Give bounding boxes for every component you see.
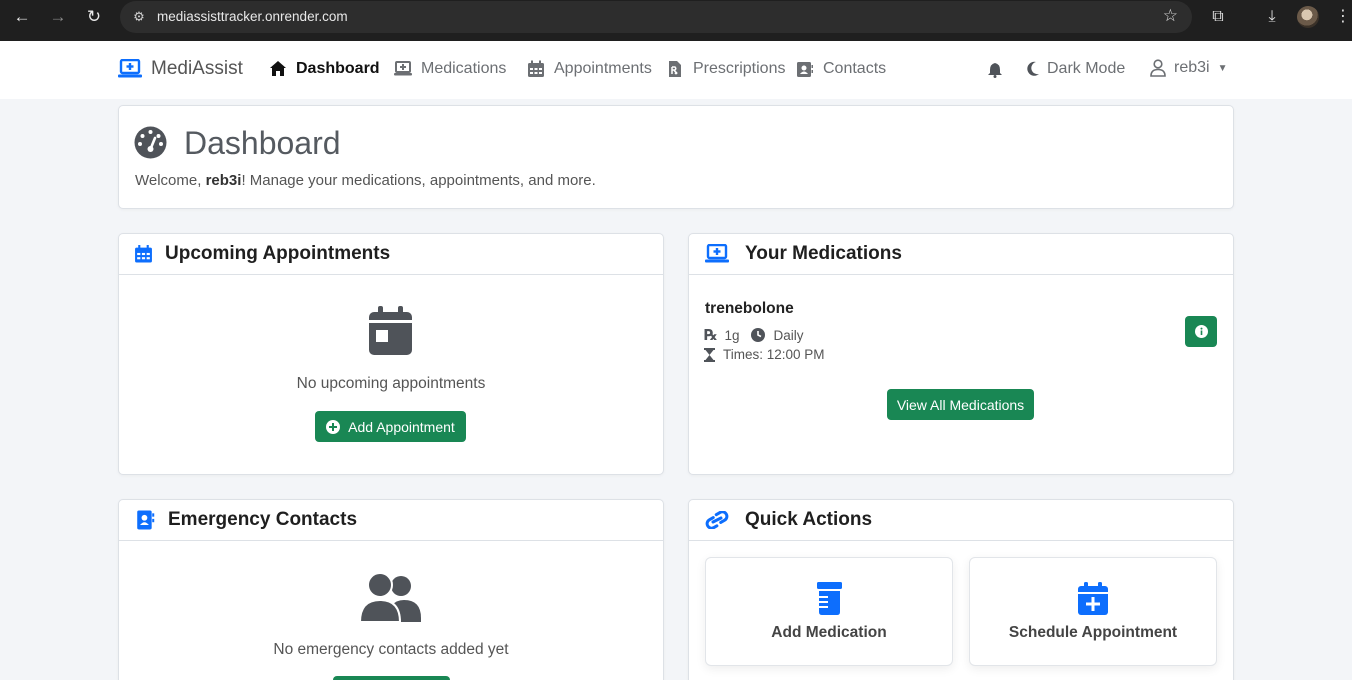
welcome-prefix: Welcome,	[135, 172, 206, 189]
tachometer-icon	[134, 126, 167, 159]
calendar-plus-icon	[1078, 582, 1108, 615]
reload-icon[interactable]: ↻	[80, 6, 108, 28]
add-contact-button[interactable]	[333, 676, 450, 680]
nav-appointments[interactable]: Appointments	[527, 60, 652, 78]
laptop-medical-icon	[394, 61, 412, 76]
browser-menu-icon[interactable]: ⋮	[1330, 6, 1352, 28]
card-header: Upcoming Appointments	[119, 234, 663, 275]
nav-dashboard[interactable]: Dashboard	[269, 60, 380, 78]
medication-times-row: Times: 12:00 PM	[704, 347, 825, 362]
url-text[interactable]: mediassisttracker.onrender.com	[157, 9, 348, 24]
download-icon[interactable]: ⤓	[1259, 6, 1285, 28]
plus-circle-icon	[326, 419, 341, 434]
nav-prescriptions[interactable]: Prescriptions	[666, 60, 785, 78]
bell-icon[interactable]	[987, 62, 1003, 78]
add-medication-tile[interactable]: Add Medication	[705, 557, 953, 666]
nav-dashboard-label: Dashboard	[296, 60, 380, 77]
calendar-empty-icon	[369, 306, 412, 355]
nav-medications[interactable]: Medications	[394, 60, 506, 78]
view-all-medications-button[interactable]: View All Medications	[887, 389, 1034, 420]
no-contacts-text: No emergency contacts added yet	[273, 641, 509, 658]
clock-icon	[751, 328, 766, 342]
medication-name: trenebolone	[705, 300, 794, 317]
browser-toolbar: ← → ↻ ⚙ mediassisttracker.onrender.com ☆…	[0, 0, 1352, 41]
users-icon	[360, 572, 421, 622]
profile-avatar[interactable]	[1297, 6, 1319, 28]
brand[interactable]: MediAssist	[118, 58, 243, 80]
user-menu[interactable]: reb3i ▼	[1150, 59, 1227, 77]
add-appointment-button[interactable]: Add Appointment	[315, 411, 466, 442]
calendar-icon	[135, 245, 152, 263]
home-icon	[270, 61, 286, 76]
moon-icon	[1027, 61, 1039, 76]
welcome-username: reb3i	[205, 172, 242, 189]
medication-frequency: Daily	[773, 327, 804, 343]
extensions-icon[interactable]: ⧉	[1205, 6, 1231, 28]
bookmark-star-icon[interactable]: ☆	[1163, 6, 1178, 26]
medication-info-button[interactable]	[1185, 316, 1217, 347]
add-appointment-label: Add Appointment	[348, 418, 455, 435]
welcome-text: Welcome, reb3i! Manage your medications,…	[135, 172, 596, 189]
nav-contacts[interactable]: Contacts	[796, 60, 886, 78]
prescription-bottle-icon	[817, 582, 842, 615]
card-header: Your Medications	[689, 234, 1233, 275]
add-medication-label: Add Medication	[771, 624, 887, 641]
address-card-icon	[797, 62, 813, 77]
nav-appointments-label: Appointments	[554, 60, 652, 77]
card-title: Your Medications	[745, 243, 902, 264]
welcome-suffix: ! Manage your medications, appointments,…	[241, 172, 596, 189]
forward-icon[interactable]: →	[44, 6, 72, 28]
medication-dose-row: ℞ 1g Daily	[704, 326, 804, 344]
user-icon	[1150, 59, 1166, 77]
card-title: Emergency Contacts	[168, 509, 358, 530]
card-header: Emergency Contacts	[119, 500, 663, 541]
nav-contacts-label: Contacts	[823, 60, 887, 77]
caret-down-icon: ▼	[1217, 62, 1228, 74]
link-icon	[705, 511, 729, 529]
username-label: reb3i	[1174, 59, 1210, 76]
schedule-appointment-label: Schedule Appointment	[1008, 624, 1178, 641]
prescription-icon: ℞	[704, 327, 718, 344]
address-book-icon	[137, 510, 155, 530]
card-title: Quick Actions	[745, 509, 873, 530]
no-appointments-text: No upcoming appointments	[296, 375, 486, 392]
calendar-icon	[528, 60, 544, 77]
nav-prescriptions-label: Prescriptions	[693, 60, 786, 77]
medication-times: Times: 12:00 PM	[723, 347, 825, 362]
dark-mode-label: Dark Mode	[1047, 60, 1126, 77]
info-circle-icon	[1194, 325, 1208, 338]
file-prescription-icon	[669, 61, 681, 77]
schedule-appointment-tile[interactable]: Schedule Appointment	[969, 557, 1217, 666]
laptop-medical-icon	[118, 59, 142, 78]
card-header: Quick Actions	[689, 500, 1233, 541]
back-icon[interactable]: ←	[8, 6, 36, 28]
medication-dose: 1g	[724, 327, 740, 343]
site-settings-icon[interactable]: ⚙	[130, 8, 148, 26]
nav-medications-label: Medications	[421, 60, 507, 77]
page-title: Dashboard	[184, 125, 341, 161]
hourglass-icon	[704, 347, 715, 362]
address-bar[interactable]: ⚙ mediassisttracker.onrender.com ☆	[120, 1, 1192, 33]
card-title: Upcoming Appointments	[165, 243, 391, 264]
dark-mode-toggle[interactable]: Dark Mode	[1026, 60, 1125, 78]
brand-name: MediAssist	[151, 58, 243, 79]
laptop-medical-icon	[705, 244, 729, 263]
